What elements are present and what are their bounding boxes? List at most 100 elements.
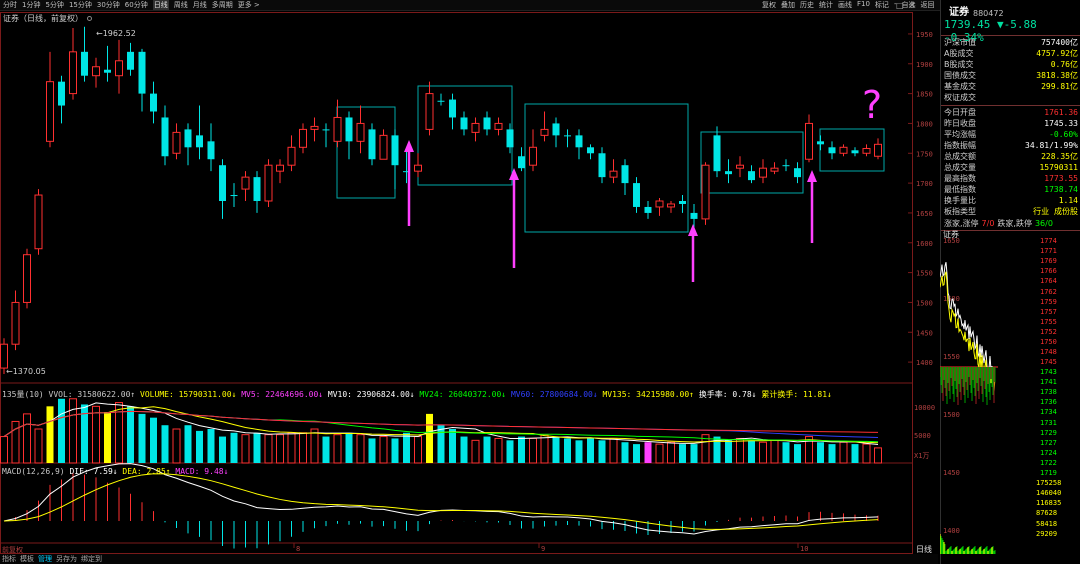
candlestick[interactable]	[633, 177, 640, 213]
candlestick[interactable]	[771, 162, 778, 174]
candlestick[interactable]	[35, 189, 42, 255]
candlestick[interactable]	[714, 126, 721, 177]
volume-bar	[127, 406, 134, 463]
candlestick[interactable]	[852, 147, 859, 156]
candlestick[interactable]	[645, 201, 652, 219]
bottom-tab[interactable]: 绑定到	[81, 554, 102, 564]
candlestick[interactable]	[104, 46, 111, 82]
candlestick[interactable]	[564, 129, 571, 147]
price-axis-label: 1550	[916, 270, 933, 278]
dea-line	[4, 474, 878, 530]
mini-axis-label: 1755	[1040, 318, 1057, 326]
candlestick[interactable]	[311, 117, 318, 141]
candlestick[interactable]	[541, 112, 548, 142]
candlestick[interactable]	[139, 49, 146, 112]
candlestick[interactable]	[231, 183, 238, 207]
candlestick[interactable]	[47, 52, 54, 147]
candlestick[interactable]	[323, 123, 330, 147]
candlestick[interactable]	[610, 159, 617, 183]
candlestick[interactable]	[840, 144, 847, 156]
candlestick[interactable]	[679, 195, 686, 213]
candlestick[interactable]	[196, 106, 203, 160]
candlestick[interactable]	[737, 156, 744, 177]
candlestick[interactable]	[24, 249, 31, 309]
candlestick[interactable]	[495, 117, 502, 135]
volume-bar	[104, 412, 111, 463]
candlestick[interactable]	[587, 144, 594, 159]
bottom-tab[interactable]: 模板	[20, 554, 34, 564]
candlestick[interactable]	[415, 153, 422, 177]
stat-row: 权证成交	[941, 92, 1080, 103]
candlestick[interactable]	[576, 129, 583, 159]
bottom-tab[interactable]: 指标	[2, 554, 16, 564]
date-axis-label: 9	[541, 545, 545, 553]
candlestick[interactable]	[817, 135, 824, 150]
candlestick[interactable]	[656, 198, 663, 216]
candlestick[interactable]	[346, 112, 353, 160]
candlestick[interactable]	[208, 123, 215, 171]
candlestick[interactable]	[668, 201, 675, 213]
candlestick[interactable]	[162, 106, 169, 166]
candlestick[interactable]	[829, 141, 836, 159]
candlestick[interactable]	[794, 162, 801, 183]
volume-bar	[553, 437, 560, 463]
stat-row: 国债成交 3818.38亿	[941, 70, 1080, 81]
stat-label: B股成交	[944, 59, 974, 70]
volume-bar	[185, 425, 192, 463]
candlestick[interactable]	[461, 112, 468, 136]
bottom-tab[interactable]: 另存为	[56, 554, 77, 564]
candlestick[interactable]	[599, 147, 606, 183]
candlestick[interactable]	[449, 94, 456, 130]
candlestick[interactable]	[863, 144, 870, 156]
bottom-tab[interactable]: 管理	[38, 554, 52, 564]
volume-bar	[173, 429, 180, 463]
candlestick[interactable]	[806, 114, 813, 162]
candlestick[interactable]	[185, 123, 192, 165]
candlestick[interactable]	[748, 165, 755, 183]
candlestick[interactable]	[58, 76, 65, 124]
stat-row: 沪深市值 757400亿	[941, 37, 1080, 48]
candlestick[interactable]	[518, 147, 525, 171]
volume-bar	[438, 425, 445, 463]
candlestick[interactable]	[392, 129, 399, 189]
candlestick[interactable]	[426, 82, 433, 136]
candlestick[interactable]	[300, 123, 307, 153]
stat-row: 昨日收盘 1745.33	[941, 118, 1080, 129]
stat-label: 国债成交	[944, 70, 976, 81]
candlestick[interactable]	[369, 123, 376, 165]
candlestick[interactable]	[127, 43, 134, 76]
candlestick[interactable]	[70, 28, 77, 100]
stat-value: 757400亿	[1041, 37, 1078, 48]
candlestick[interactable]	[702, 162, 709, 225]
candlestick[interactable]	[760, 159, 767, 183]
candlestick[interactable]	[288, 135, 295, 171]
candlestick[interactable]	[783, 159, 790, 171]
candlestick[interactable]	[530, 129, 537, 171]
candlestick[interactable]	[438, 94, 445, 106]
candlestick[interactable]	[484, 112, 491, 136]
candlestick[interactable]	[81, 27, 88, 82]
candlestick[interactable]	[380, 129, 387, 159]
candlestick[interactable]	[219, 159, 226, 219]
candlestick[interactable]	[265, 159, 272, 207]
candlestick[interactable]	[622, 159, 629, 195]
candlestick[interactable]	[725, 159, 732, 183]
candlestick[interactable]	[277, 159, 284, 183]
candlestick[interactable]	[150, 82, 157, 124]
mini-axis-label: 1750	[1040, 338, 1057, 346]
candlestick[interactable]	[93, 58, 100, 88]
candlestick[interactable]	[173, 123, 180, 159]
candlestick[interactable]	[553, 117, 560, 147]
candlestick[interactable]	[12, 291, 19, 351]
candlestick[interactable]	[472, 117, 479, 141]
volume-bar	[369, 438, 376, 463]
volume-bar	[748, 440, 755, 463]
adv-dec-item: 跌家,跌停	[997, 218, 1032, 229]
indicator-value: VOLUME: 15790311.00↓	[135, 390, 236, 399]
candlestick[interactable]	[116, 40, 123, 94]
candlestick[interactable]	[254, 171, 261, 213]
volume-bar	[426, 414, 433, 463]
candlestick[interactable]	[357, 106, 364, 154]
candlestick[interactable]	[875, 138, 882, 159]
candlestick[interactable]	[242, 171, 249, 201]
